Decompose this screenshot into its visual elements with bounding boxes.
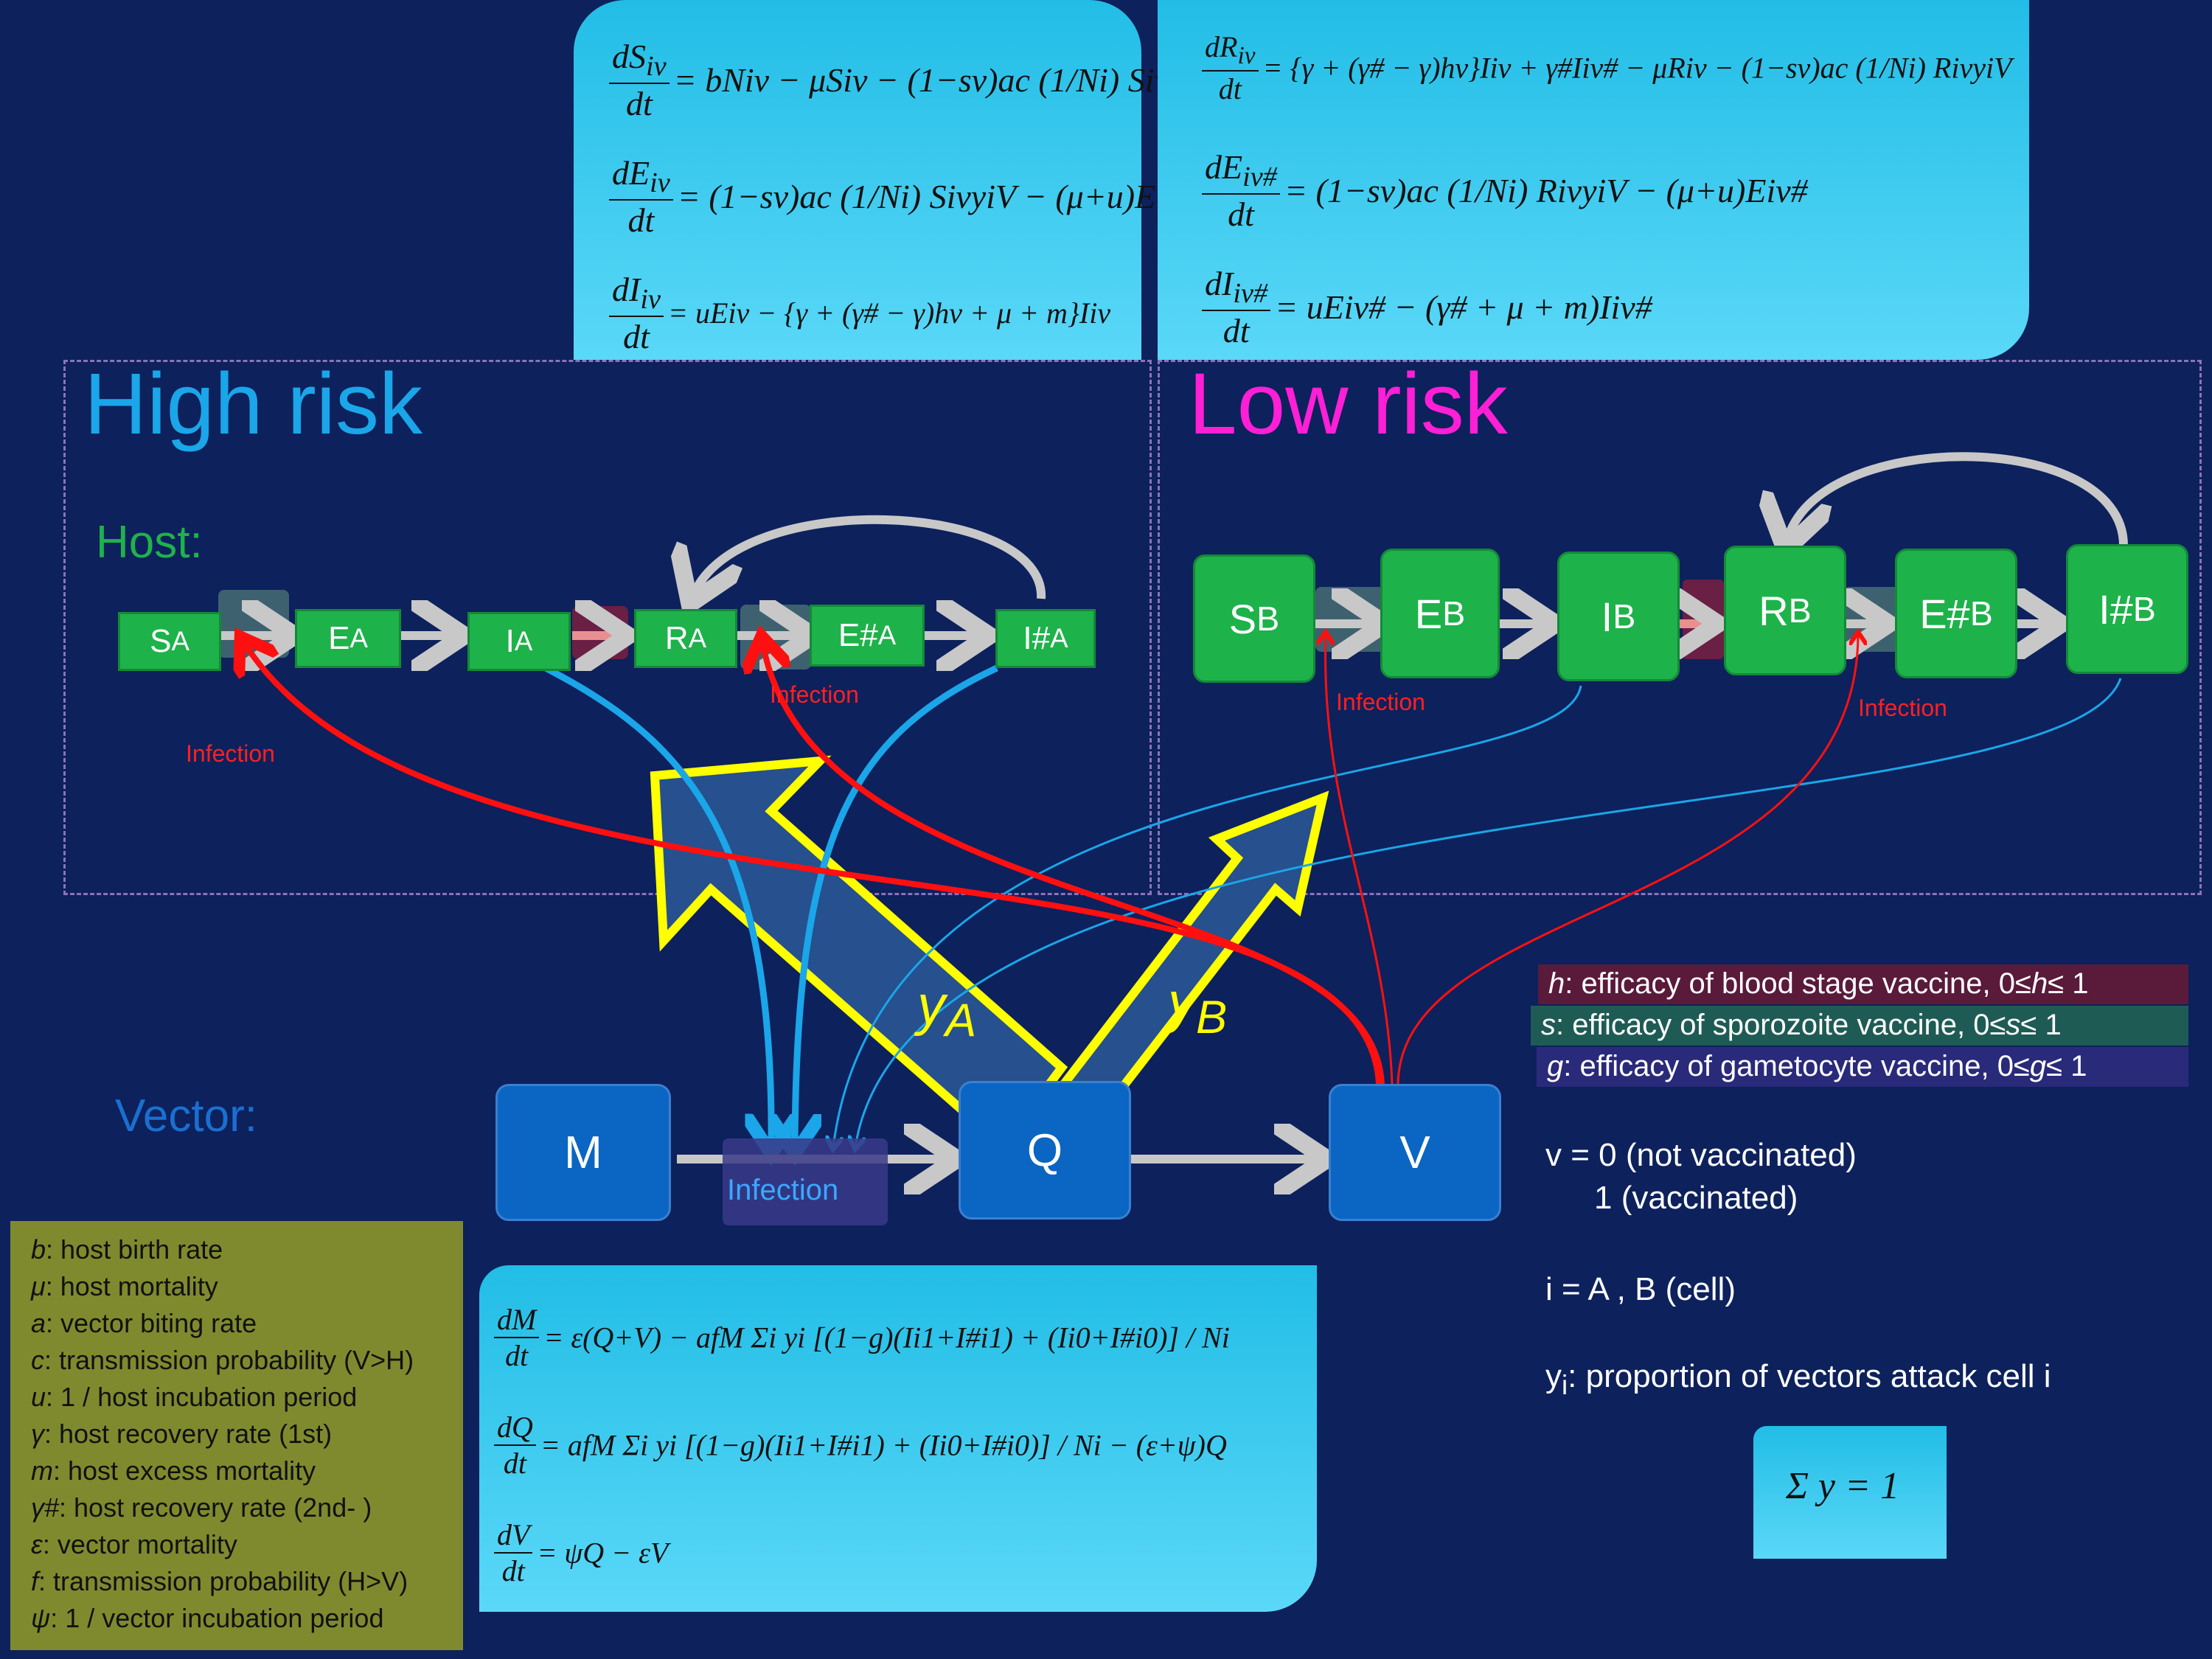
param-row: m: host excess mortality — [31, 1455, 316, 1486]
node-EA: EA — [295, 609, 401, 668]
node-Q: Q — [959, 1081, 1131, 1220]
legend-s: s: efficacy of sporozoite vaccine, 0≤s≤ … — [1531, 1006, 2188, 1046]
infection-label-SA: Infection — [186, 740, 275, 767]
yB-label: yB — [1168, 971, 1228, 1044]
infection-label-SB: Infection — [1336, 689, 1425, 715]
note-i-line: i = A , B (cell) — [1545, 1271, 1736, 1307]
node-RB: RB — [1724, 546, 1846, 675]
param-row: γ: host recovery rate (1st) — [31, 1419, 333, 1449]
vector-equations-panel: dM dt = ε(Q+V) − afM Σi yi [(1−g)(Ii1+I#i1… — [479, 1265, 1317, 1612]
infection-label-RA: Infection — [770, 681, 859, 708]
node-EB: EB — [1380, 549, 1500, 678]
node-V: V — [1329, 1084, 1501, 1221]
vector-infection-label: Infection — [727, 1174, 839, 1206]
param-row: γ#: host recovery rate (2nd- ) — [31, 1492, 372, 1523]
eq-dM: dM dt = ε(Q+V) − afM Σi yi [(1−g)(Ii1+I#i1… — [494, 1302, 1230, 1373]
param-row: c: transmission probability (V>H) — [31, 1345, 414, 1375]
infection-label-RB: Infection — [1858, 695, 1947, 721]
param-row: ψ: 1 / vector incubation period — [31, 1603, 384, 1633]
node-IB: IB — [1557, 552, 1680, 681]
param-row: a: vector biting rate — [31, 1308, 257, 1338]
legend-g: g: efficacy of gametocyte vaccine, 0≤g≤ … — [1537, 1047, 2188, 1087]
arrow-I2B-RB-loop — [1787, 452, 2128, 546]
node-IA: IA — [467, 612, 571, 671]
node-SA: SA — [118, 612, 221, 671]
param-row: f: transmission probability (H>V) — [31, 1566, 408, 1596]
param-row: ε: vector mortality — [31, 1529, 237, 1559]
note-v-line2: 1 (vaccinated) — [1594, 1180, 1798, 1216]
high-s-highlight — [218, 590, 289, 658]
node-I2B: I# B — [2066, 544, 2188, 674]
arrow-I2A-RA-loop — [693, 515, 1046, 599]
note-y-line: yi: proportion of vectors attack cell i — [1545, 1358, 2051, 1400]
node-SB: SB — [1193, 554, 1315, 683]
param-row: b: host birth rate — [31, 1234, 223, 1265]
node-RA: RA — [634, 609, 737, 668]
node-M: M — [495, 1084, 671, 1221]
parameters-box: b: host birth rate μ: host mortality a: … — [10, 1221, 463, 1650]
note-v-line1: v = 0 (not vaccinated) — [1545, 1137, 1857, 1173]
node-E2B: E# B — [1895, 549, 2017, 678]
sum-eq-box: Σ y = 1 — [1753, 1426, 1947, 1559]
eq-dV: dV dt = ψQ − εV — [494, 1517, 668, 1588]
param-row: μ: host mortality — [31, 1271, 218, 1301]
node-E2A: E# A — [810, 605, 925, 667]
eq-dQ: dQ dt = afM Σi yi [(1−g)(Ii1+I#i1) + (Ii0+… — [494, 1410, 1227, 1481]
sum-eq: Σ y = 1 — [1786, 1465, 1900, 1507]
node-I2A: I# A — [995, 609, 1096, 668]
legend-h: h: efficacy of blood stage vaccine, 0≤h≤… — [1538, 964, 2188, 1004]
yA-label: yA — [917, 974, 977, 1047]
param-row: u: 1 / host incubation period — [31, 1382, 358, 1412]
